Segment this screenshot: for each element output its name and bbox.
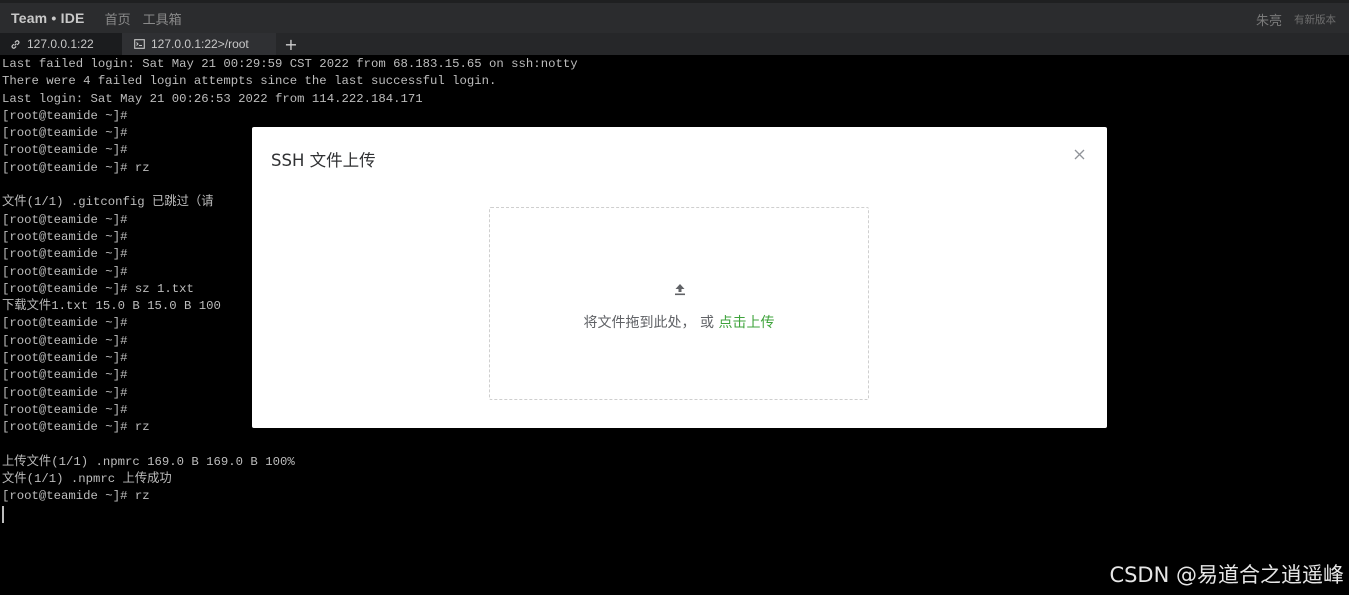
tab-bar: 127.0.0.1:22 127.0.0.1:22>/root + [0,33,1349,55]
tab-label: 127.0.0.1:22 [27,37,94,51]
brand-logo: Team • IDE [11,10,85,26]
drop-hint: 将文件拖到此处， 或 点击上传 [490,312,868,332]
folder-icon [134,39,145,49]
terminal-line: Last failed login: Sat May 21 00:29:59 C… [2,57,578,71]
link-icon [10,39,21,50]
tab-label: 127.0.0.1:22>/root [151,37,249,51]
drop-hint-text: 将文件拖到此处， 或 [583,315,719,331]
new-version-link[interactable]: 有新版本 [1294,12,1336,27]
close-icon[interactable] [1071,146,1087,162]
dialog-title: SSH 文件上传 [271,151,376,170]
top-header: Team • IDE 首页 工具箱 朱亮 有新版本 [0,0,1349,33]
user-name[interactable]: 朱亮 [1256,10,1282,29]
app-window: Team • IDE 首页 工具箱 朱亮 有新版本 127.0.0.1:22 1… [0,0,1349,595]
nav-home[interactable]: 首页 [105,9,131,28]
header-right: 朱亮 有新版本 [1256,10,1336,29]
terminal-line: [root@teamide ~]# [2,108,128,123]
terminal-line: 上传文件(1/1) .npmrc 169.0 B 169.0 B 100% [2,454,295,469]
terminal-line: [root@teamide ~]# rz [2,489,150,504]
terminal-line: There were 4 failed login attempts since… [2,74,497,89]
terminal-line: 文件(1/1) .npmrc 上传成功 [2,472,172,487]
tab-ssh-files[interactable]: 127.0.0.1:22>/root [122,33,276,55]
upload-dialog: SSH 文件上传 将文件拖到此处， 或 点击上传 [252,127,1107,428]
tab-ssh-terminal[interactable]: 127.0.0.1:22 [0,33,122,55]
nav-toolbox[interactable]: 工具箱 [143,9,182,28]
file-dropzone[interactable]: 将文件拖到此处， 或 点击上传 [489,207,869,400]
click-upload-link[interactable]: 点击上传 [718,315,774,331]
terminal-line: Last login: Sat May 21 00:26:53 2022 fro… [2,91,423,106]
watermark-text: CSDN @易道合之逍遥峰 [1109,563,1344,587]
terminal-cursor [2,505,4,523]
upload-icon [673,281,687,296]
add-tab-button[interactable]: + [278,33,304,55]
